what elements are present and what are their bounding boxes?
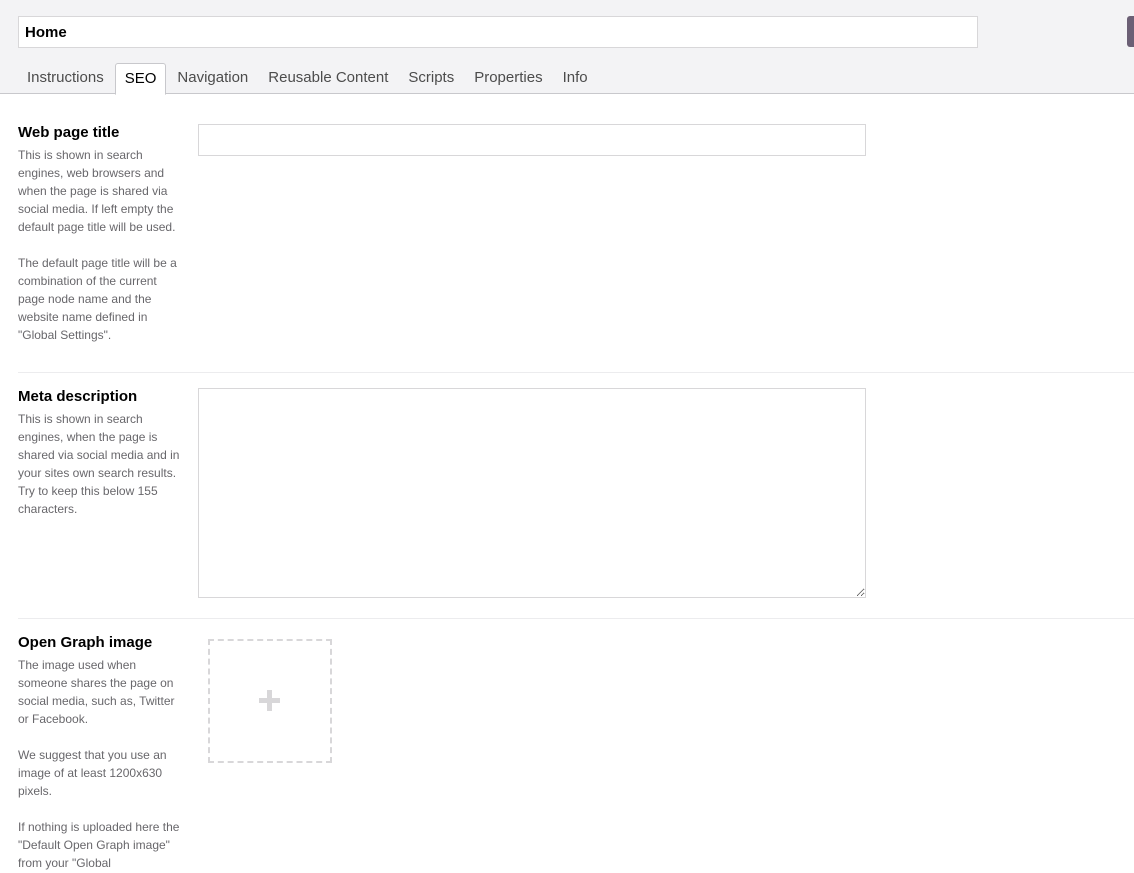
description-paragraph: This is shown in search engines, web bro…	[18, 148, 176, 234]
description-paragraph: The default page title will be a combina…	[18, 256, 177, 342]
tab-bar: Instructions SEO Navigation Reusable Con…	[18, 63, 599, 95]
tab-properties[interactable]: Properties	[465, 63, 551, 94]
property-description: This is shown in search engines, when th…	[18, 410, 180, 518]
tab-seo[interactable]: SEO	[114, 63, 167, 95]
description-paragraph: The image used when someone shares the p…	[18, 658, 175, 726]
description-paragraph: We suggest that you use an image of at l…	[18, 748, 167, 798]
tab-reusable-content[interactable]: Reusable Content	[259, 63, 397, 94]
drawer-handle[interactable]	[1127, 16, 1134, 47]
property-label: Open Graph image	[18, 634, 153, 651]
node-name-input[interactable]	[18, 16, 978, 48]
editor-header: Instructions SEO Navigation Reusable Con…	[0, 0, 1134, 95]
property-web-page-title: Web page title This is shown in search e…	[18, 124, 1134, 362]
tab-scripts[interactable]: Scripts	[399, 63, 463, 94]
property-open-graph-image: Open Graph image The image used when som…	[18, 634, 1134, 873]
divider	[18, 618, 1134, 619]
web-page-title-input[interactable]	[198, 124, 866, 156]
property-description: This is shown in search engines, web bro…	[18, 146, 180, 344]
divider	[18, 372, 1134, 373]
property-description: The image used when someone shares the p…	[18, 656, 180, 872]
content-editor: Instructions SEO Navigation Reusable Con…	[0, 0, 1134, 873]
description-paragraph: If nothing is uploaded here the "Default…	[18, 820, 180, 870]
open-graph-image-picker[interactable]	[208, 639, 332, 763]
plus-icon	[258, 689, 282, 713]
tab-info[interactable]: Info	[554, 63, 597, 94]
meta-description-textarea[interactable]	[198, 388, 866, 598]
tab-instructions[interactable]: Instructions	[18, 63, 113, 94]
description-paragraph: This is shown in search engines, when th…	[18, 412, 180, 516]
tab-navigation[interactable]: Navigation	[168, 63, 257, 94]
